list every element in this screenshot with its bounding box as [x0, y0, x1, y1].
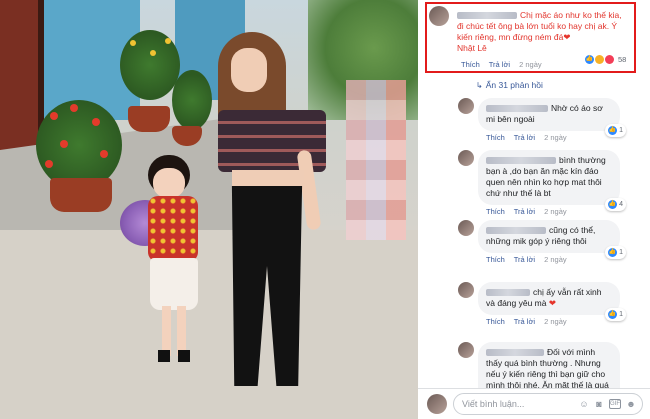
- comment-actions: Thích Trả lời 2 ngày: [478, 255, 620, 264]
- reaction-count: 4: [619, 201, 623, 208]
- hide-replies-link[interactable]: ↳ Ẩn 31 phản hồi: [476, 80, 543, 90]
- potted-plant: [120, 30, 180, 100]
- write-comment-bar: Viết bình luận... ☺ ◙ GIF ☻: [418, 388, 650, 419]
- flower-pot: [50, 178, 112, 212]
- reaction-badge[interactable]: 👍 1: [605, 124, 626, 137]
- like-icon: 👍: [585, 55, 594, 64]
- comment-input[interactable]: Viết bình luận... ☺ ◙ GIF ☻: [453, 393, 643, 415]
- comment-bubble: Chị mặc áo như ko thế kia, đi chúc tết ô…: [453, 6, 633, 58]
- woman-waist: [232, 170, 304, 188]
- commenter-name-blurred[interactable]: [486, 289, 530, 296]
- avatar[interactable]: [458, 220, 474, 236]
- commenter-name-blurred[interactable]: [457, 12, 517, 19]
- timestamp[interactable]: 2 ngày: [544, 317, 567, 326]
- timestamp[interactable]: 2 ngày: [544, 255, 567, 264]
- comment-bubble: cũng có thể, những mik góp ý riêng thôi …: [478, 220, 626, 259]
- red-flower: [50, 112, 58, 120]
- like-icon: 👍: [608, 310, 618, 319]
- avatar[interactable]: [458, 282, 474, 298]
- emoji-icon[interactable]: ☺: [579, 399, 589, 409]
- reaction-count: 1: [619, 311, 623, 318]
- wooden-door: [0, 0, 40, 150]
- pixelated-blur: [346, 80, 406, 240]
- yellow-flower: [130, 40, 136, 46]
- avatar[interactable]: [458, 98, 474, 114]
- girl-red-top: [148, 196, 198, 262]
- potted-plant: [36, 100, 122, 190]
- heart-icon: [605, 55, 614, 64]
- yellow-flower: [150, 50, 156, 56]
- reply-comment: Nhờ có áo sơ mi bên ngoài 👍 1 Thích Trả l…: [458, 98, 628, 142]
- woman-face: [231, 48, 267, 92]
- red-flower: [92, 118, 100, 126]
- red-flower: [70, 104, 78, 112]
- comment-bubble: chị ấy vẫn rất xinh và đáng yêu mà ❤ 👍 1: [478, 282, 626, 321]
- red-flower: [45, 160, 53, 168]
- like-link[interactable]: Thích: [486, 207, 505, 216]
- haha-icon: [595, 55, 604, 64]
- commenter-name-blurred[interactable]: [486, 227, 546, 234]
- reaction-summary[interactable]: 👍 58: [585, 55, 626, 64]
- red-flower: [100, 150, 108, 158]
- reaction-count: 1: [619, 127, 623, 134]
- sticker-icon[interactable]: ☻: [626, 399, 636, 409]
- reply-link[interactable]: Trả lời: [514, 317, 535, 326]
- reply-comment: chị ấy vẫn rất xinh và đáng yêu mà ❤ 👍 1 …: [458, 282, 628, 326]
- girl-white-skirt: [150, 258, 198, 310]
- comment-actions: Thích Trả lời 2 ngày: [478, 133, 620, 142]
- commenter-name-blurred[interactable]: [486, 157, 556, 164]
- camera-icon[interactable]: ◙: [594, 399, 604, 409]
- heart-icon: ❤: [548, 298, 556, 308]
- post-photo[interactable]: [0, 0, 418, 419]
- girl-shoes: [158, 350, 190, 362]
- reply-arrow-icon: ↳: [476, 81, 483, 90]
- commenter-name-blurred[interactable]: [486, 105, 548, 112]
- reply-link[interactable]: Trả lời: [514, 133, 535, 142]
- reply-comment: cũng có thể, những mik góp ý riêng thôi …: [458, 220, 628, 264]
- current-user-avatar: [427, 394, 447, 414]
- comment-tools: ☺ ◙ GIF ☻: [579, 399, 636, 409]
- girl-face: [153, 168, 185, 198]
- comment-actions: Thích Trả lời 2 ngày: [478, 207, 620, 216]
- like-icon: 👍: [608, 200, 618, 209]
- yellow-flower: [165, 38, 171, 44]
- reply-comment: bình thường bạn à ,do bạn ăn mặc kín đáo…: [458, 150, 628, 216]
- gif-icon[interactable]: GIF: [609, 399, 621, 409]
- reaction-badge[interactable]: 👍 4: [605, 198, 626, 211]
- potted-plant: [172, 70, 212, 130]
- comment-bubble: Nhờ có áo sơ mi bên ngoài 👍 1: [478, 98, 626, 137]
- avatar[interactable]: [458, 342, 474, 358]
- commenter-name-blurred[interactable]: [486, 349, 544, 356]
- timestamp[interactable]: 2 ngày: [519, 60, 542, 69]
- flower-pot: [128, 106, 170, 132]
- comment-bubble: bình thường bạn à ,do bạn ăn mặc kín đáo…: [478, 150, 626, 211]
- reaction-badge[interactable]: 👍 1: [605, 246, 626, 259]
- reply-link[interactable]: Trả lời: [514, 207, 535, 216]
- like-link[interactable]: Thích: [486, 255, 505, 264]
- comment-placeholder: Viết bình luận...: [462, 399, 525, 409]
- comment-actions: Thích Trả lời 2 ngày: [478, 317, 620, 326]
- reply-link[interactable]: Trả lời: [514, 255, 535, 264]
- reaction-count: 1: [619, 249, 623, 256]
- like-link[interactable]: Thích: [461, 60, 480, 69]
- red-flower: [60, 140, 68, 148]
- avatar[interactable]: [458, 150, 474, 166]
- like-icon: 👍: [608, 248, 618, 257]
- timestamp[interactable]: 2 ngày: [544, 207, 567, 216]
- girl-legs: [162, 306, 186, 356]
- like-icon: 👍: [608, 126, 618, 135]
- reaction-badge[interactable]: 👍 1: [605, 308, 626, 321]
- like-link[interactable]: Thích: [486, 317, 505, 326]
- like-link[interactable]: Thích: [486, 133, 505, 142]
- timestamp[interactable]: 2 ngày: [544, 133, 567, 142]
- heart-icon: ❤: [563, 32, 571, 42]
- comment-tail: Nhật Lê: [457, 43, 487, 53]
- avatar[interactable]: [429, 6, 449, 26]
- reaction-count: 58: [618, 55, 627, 64]
- reply-link[interactable]: Trả lời: [489, 60, 510, 69]
- concrete-path: [0, 230, 418, 419]
